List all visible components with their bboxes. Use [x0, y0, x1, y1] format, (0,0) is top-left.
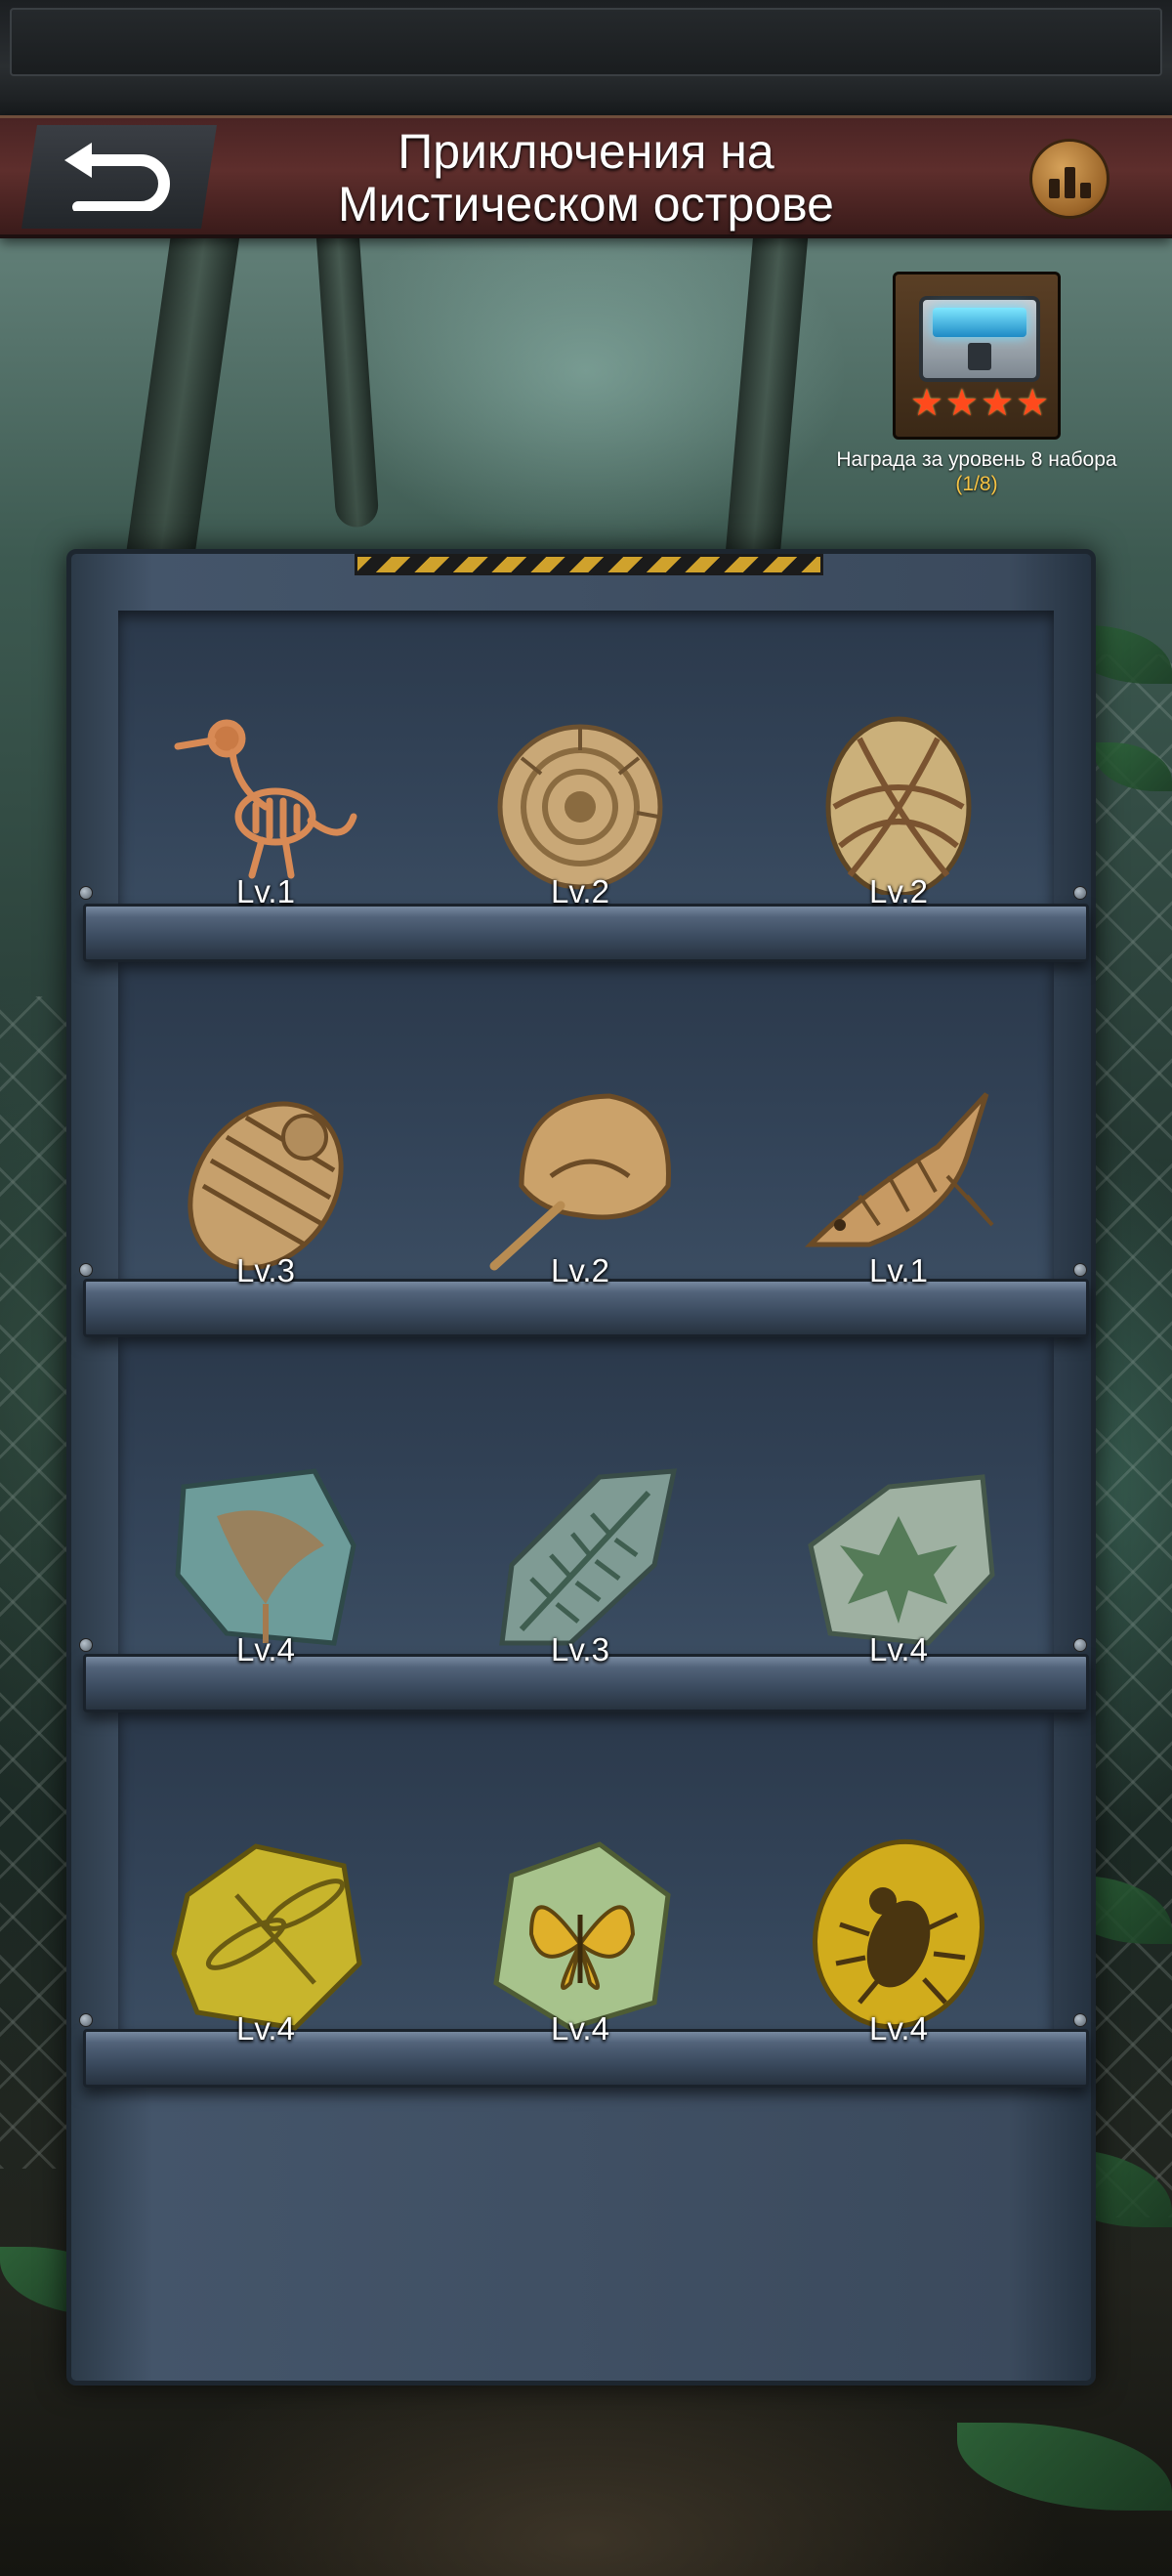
page-title: Приключения на Мистическом острове	[244, 123, 928, 232]
item-level: Lv.4	[869, 2010, 928, 2047]
beetle-amber-icon	[813, 1838, 984, 2030]
item-level: Lv.2	[869, 873, 928, 909]
item-level: Lv.4	[236, 1631, 295, 1668]
fossil-egg-icon	[825, 716, 972, 895]
reward-chest-button[interactable]: ★ ★ ★ ★	[893, 272, 1061, 440]
item-level: Lv.3	[236, 1252, 295, 1288]
reward-stars: ★ ★ ★ ★	[909, 383, 1050, 424]
item-level: Lv.2	[551, 873, 609, 909]
amber-item-beetle[interactable]: Lv.4	[801, 1837, 996, 2071]
fossil-item-maple-leaf[interactable]: Lv.4	[801, 1457, 996, 1692]
bird-skeleton-fossil-icon	[174, 719, 357, 879]
horseshoe-crab-fossil-icon	[489, 1093, 671, 1271]
item-level: Lv.4	[551, 2010, 609, 2047]
item-level: Lv.1	[869, 1252, 928, 1288]
item-level: Lv.4	[869, 1631, 928, 1668]
amber-item-butterfly[interactable]: Lv.4	[482, 1837, 678, 2071]
maple-leaf-fossil-icon	[808, 1474, 995, 1646]
fossil-item-bird-skeleton[interactable]: Lv.1	[168, 699, 363, 934]
top-frame	[0, 0, 1172, 125]
star-icon: ★	[981, 383, 1015, 424]
fossil-item-fern[interactable]: Lv.3	[482, 1457, 678, 1692]
star-icon: ★	[909, 383, 943, 424]
fossil-item-fish[interactable]: Lv.1	[801, 1078, 996, 1313]
star-icon: ★	[944, 383, 979, 424]
fossil-item-egg[interactable]: Lv.2	[801, 699, 996, 934]
back-button[interactable]	[21, 125, 217, 229]
fossil-item-trilobite[interactable]: Lv.3	[168, 1078, 363, 1313]
item-level: Lv.1	[236, 873, 295, 909]
ammonite-fossil-icon	[497, 724, 663, 890]
reward-progress: (1/8)	[955, 473, 998, 495]
fossil-item-ginkgo-leaf[interactable]: Lv.4	[168, 1457, 363, 1692]
dragonfly-amber-icon	[171, 1843, 362, 2031]
amber-item-dragonfly[interactable]: Lv.4	[168, 1837, 363, 2071]
fossil-item-horseshoe-crab[interactable]: Lv.2	[482, 1078, 678, 1313]
fern-fossil-icon	[499, 1468, 678, 1646]
item-level: Lv.4	[236, 2010, 295, 2047]
fish-fossil-icon	[804, 1092, 994, 1247]
stats-button[interactable]	[1029, 139, 1109, 219]
trilobite-fossil-icon	[188, 1101, 344, 1271]
reward-label: Награда за уровень 8 набора	[836, 448, 1117, 471]
butterfly-amber-icon	[493, 1841, 671, 2031]
item-level: Lv.2	[551, 1252, 609, 1288]
back-arrow-icon	[64, 143, 170, 211]
caution-stripe	[355, 554, 823, 575]
item-level: Lv.3	[551, 1631, 609, 1668]
fossil-item-ammonite[interactable]: Lv.2	[482, 699, 678, 934]
ginkgo-leaf-fossil-icon	[175, 1468, 356, 1646]
star-icon: ★	[1016, 383, 1050, 424]
treasure-chest-icon	[919, 296, 1040, 382]
page-title-line1: Приключения на	[398, 124, 774, 179]
page-title-line2: Мистическом острове	[338, 177, 834, 232]
bar-chart-icon	[1048, 179, 1060, 198]
